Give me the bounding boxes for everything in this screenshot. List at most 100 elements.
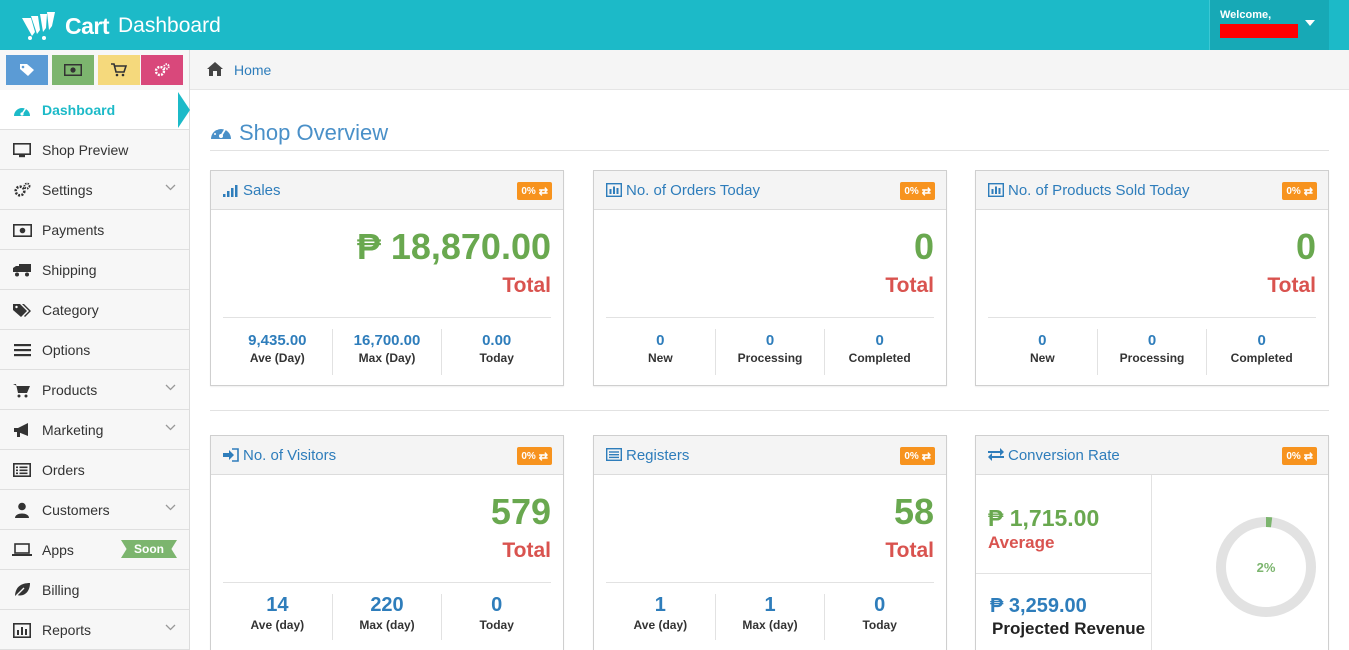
sidebar-item-billing[interactable]: Billing <box>0 570 189 610</box>
sidebar-item-orders[interactable]: Orders <box>0 450 189 490</box>
home-icon <box>207 62 223 76</box>
registers-total-value: 58 <box>893 491 934 532</box>
stat-value: 0 <box>875 332 884 349</box>
total-label: Total <box>885 539 934 562</box>
stat-label: Today <box>479 618 514 632</box>
sidebar-item-shipping[interactable]: Shipping <box>0 250 189 290</box>
panel-header: No. of Orders Today 0% ⇄ <box>594 171 946 210</box>
orders-total-value: 0 <box>913 226 934 267</box>
orders-panel: No. of Orders Today 0% ⇄ 0 Total 0 New 0 Pr… <box>593 170 947 386</box>
sidebar-item-category[interactable]: Category <box>0 290 189 330</box>
money-icon <box>64 64 82 76</box>
stat-label: Today <box>479 351 514 365</box>
stat-processing: 0 Processing <box>1098 329 1208 375</box>
sales-panel: Sales 0% ⇄ ₱ 18,870.00 Total 9,435.00 Ave … <box>210 170 564 386</box>
divider <box>606 582 934 583</box>
sidebar-nav: Dashboard Shop Preview Settings Payments… <box>0 90 189 650</box>
sidebar-item-customers[interactable]: Customers <box>0 490 189 530</box>
shortcut-money-button[interactable] <box>52 55 94 85</box>
breadcrumb-home-link[interactable]: Home <box>234 62 271 78</box>
stat-max-day: 16,700.00 Max (Day) <box>333 329 443 375</box>
cart-icon <box>111 63 127 77</box>
dashboard-icon <box>12 102 32 118</box>
list-icon <box>12 342 32 358</box>
money-icon <box>12 222 32 238</box>
sidebar-item-label: Options <box>42 342 91 358</box>
sidebar-item-label: Settings <box>42 182 93 198</box>
bar-chart-icon <box>12 622 32 638</box>
sidebar-item-label: Shipping <box>42 262 97 278</box>
percent-badge[interactable]: 0% ⇄ <box>517 447 552 465</box>
user-icon <box>12 502 32 518</box>
visitors-panel: No. of Visitors 0% ⇄ 579 Total 14 Ave (day… <box>210 435 564 650</box>
sidebar-item-apps[interactable]: Apps Soon <box>0 530 189 570</box>
welcome-text: Welcome, <box>1220 9 1272 21</box>
shortcut-cart-button[interactable] <box>98 55 140 85</box>
percent-badge[interactable]: 0% ⇄ <box>1282 447 1317 465</box>
panel-header: Conversion Rate 0% ⇄ <box>976 436 1328 475</box>
stat-value: 0 <box>1257 332 1266 349</box>
percent-badge[interactable]: 0% ⇄ <box>900 447 935 465</box>
sidebar-item-options[interactable]: Options <box>0 330 189 370</box>
stat-value: 0 <box>656 332 665 349</box>
projected-revenue-value: ₱ 3,259.00 <box>990 595 1087 617</box>
sidebar-item-payments[interactable]: Payments <box>0 210 189 250</box>
percent-value: 0% <box>904 450 919 462</box>
sidebar-item-dashboard[interactable]: Dashboard <box>0 90 189 130</box>
stat-label: Completed <box>848 351 911 365</box>
sidebar-item-label: Reports <box>42 622 92 638</box>
user-menu[interactable]: Welcome, <box>1209 0 1329 50</box>
stat-completed: 0 Completed <box>825 329 934 375</box>
stat-value: 0 <box>874 594 886 616</box>
logo-icon <box>22 12 62 40</box>
caret-down-icon <box>1305 20 1315 26</box>
sidebar-item-label: Payments <box>42 222 105 238</box>
monitor-icon <box>12 142 32 158</box>
panel-header: No. of Products Sold Today 0% ⇄ <box>976 171 1328 210</box>
redacted-username <box>1220 24 1298 38</box>
list-alt-icon <box>606 448 622 461</box>
exchange-icon: ⇄ <box>921 185 931 198</box>
stat-value: 0 <box>1147 332 1157 349</box>
sidebar-item-shop-preview[interactable]: Shop Preview <box>0 130 189 170</box>
exchange-icon: ⇄ <box>538 185 548 198</box>
stat-label: Max (Day) <box>358 351 416 365</box>
shortcut-tags-button[interactable] <box>6 55 48 85</box>
sidebar-item-reports[interactable]: Reports <box>0 610 189 650</box>
stat-value: 220 <box>370 594 404 616</box>
logo[interactable]: Cart Dashboard <box>22 11 221 41</box>
stat-label: Max (day) <box>359 618 415 632</box>
shortcut-gears-button[interactable] <box>141 55 183 85</box>
stat-value: 0.00 <box>482 332 512 349</box>
percent-badge[interactable]: 0% ⇄ <box>517 182 552 200</box>
stat-value: 0 <box>765 332 775 349</box>
stat-completed: 0 Completed <box>1207 329 1316 375</box>
page-title: Shop Overview <box>239 120 389 145</box>
percent-badge[interactable]: 0% ⇄ <box>1282 182 1317 200</box>
sidebar-item-label: Billing <box>42 582 80 598</box>
percent-badge[interactable]: 0% ⇄ <box>900 182 935 200</box>
stat-label: New <box>1029 351 1055 365</box>
shortcut-bar <box>0 50 190 90</box>
stat-value: 0 <box>1038 332 1047 349</box>
sidebar-item-products[interactable]: Products <box>0 370 189 410</box>
sidebar-item-marketing[interactable]: Marketing <box>0 410 189 450</box>
conversion-summary: ₱ 1,715.00 Average ₱ 3,259.00 Projected … <box>976 475 1152 650</box>
exchange-icon: ⇄ <box>1303 450 1313 463</box>
stat-value: 14 <box>266 594 289 616</box>
bar-chart-icon <box>606 183 622 197</box>
tag-icon <box>20 64 34 76</box>
percent-value: 0% <box>521 450 536 462</box>
panel-title: Sales <box>243 182 281 199</box>
percent-value: 0% <box>1286 185 1301 197</box>
panel-header: No. of Visitors 0% ⇄ <box>211 436 563 475</box>
sales-total-value: ₱ 18,870.00 <box>356 226 551 267</box>
visitors-total-value: 579 <box>490 491 551 532</box>
exchange-icon: ⇄ <box>921 450 931 463</box>
conversion-rate-donut: 2% <box>1216 517 1316 617</box>
page-header: Shop Overview <box>210 118 1329 151</box>
sidebar-item-settings[interactable]: Settings <box>0 170 189 210</box>
stat-processing: 0 Processing <box>716 329 826 375</box>
stat-max-day: 220 Max (day) <box>333 594 443 640</box>
total-label: Total <box>502 274 551 297</box>
